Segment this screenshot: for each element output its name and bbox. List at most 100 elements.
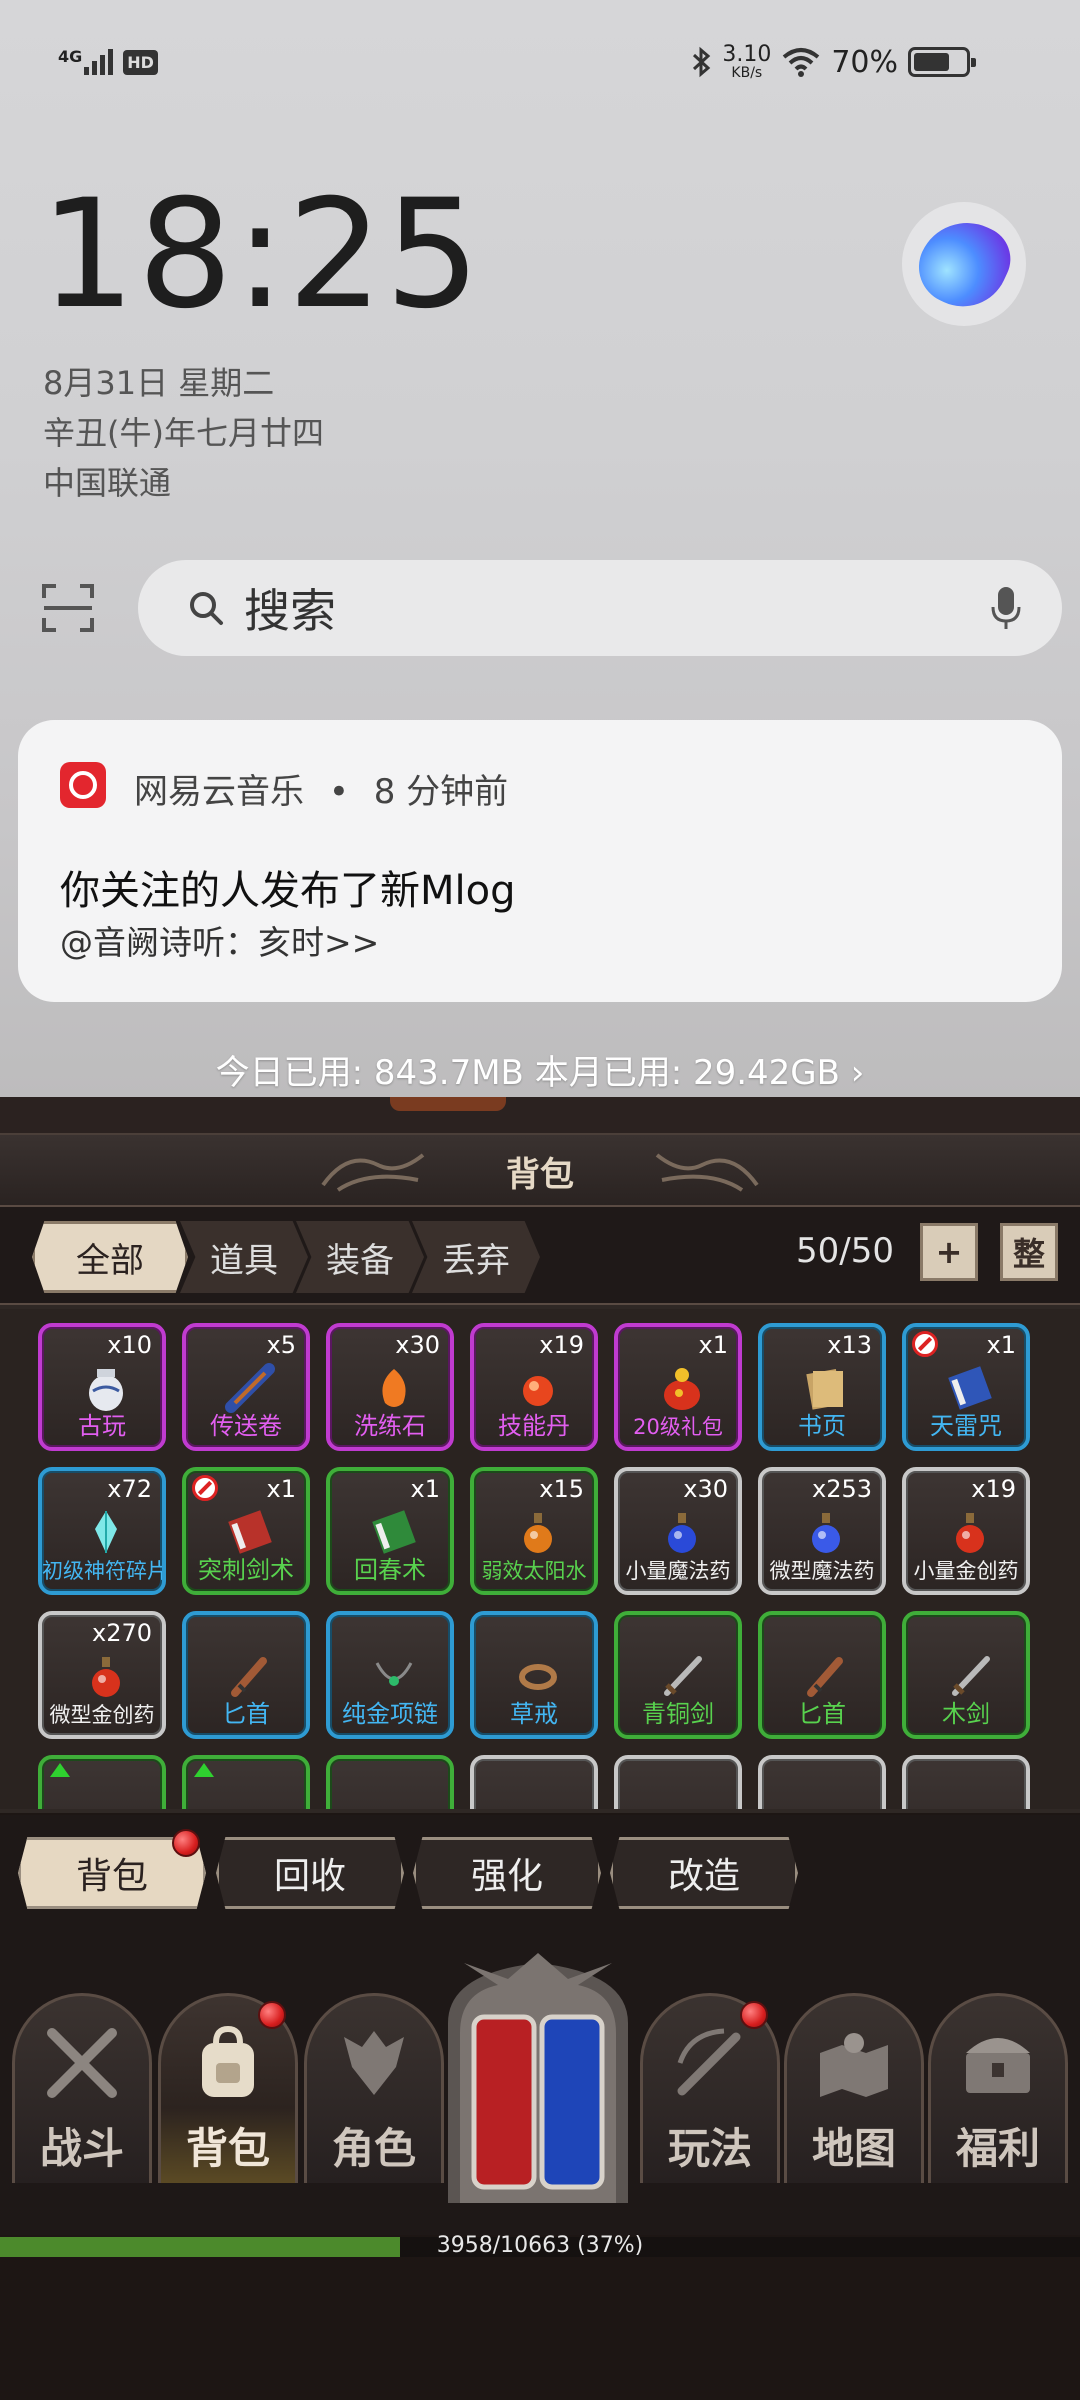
sword-slash-icon [677, 2028, 741, 2096]
expand-inventory-button[interactable]: + [920, 1223, 978, 1281]
crossed-swords-icon [47, 2028, 117, 2098]
nav-map-label: 地图 [811, 2124, 896, 2173]
potion-icon [812, 1513, 840, 1553]
nav-character[interactable]: 角色 [304, 1993, 444, 2193]
game-screen: 背包 全部 道具 装备 丢弃 50/50 + 整 x10 古玩 x5 传送卷 x30 洗练… [0, 1097, 1080, 2400]
item-count: x10 [107, 1331, 152, 1359]
notification-app-name: 网易云音乐 [134, 772, 304, 812]
inventory-slot[interactable] [326, 1755, 454, 1809]
lunar-date: 辛丑(牛)年七月廿四 [43, 414, 324, 452]
item-name: 匕首 [798, 1700, 846, 1728]
item-count: x1 [986, 1331, 1016, 1359]
experience-bar: 3958/10663 (37%) [0, 2233, 1080, 2258]
search-bar[interactable]: 搜索 [138, 560, 1062, 656]
map-icon [820, 2033, 888, 2097]
experience-text: 3958/10663 (37%) [436, 2233, 644, 2258]
nav-character-label: 角色 [331, 2124, 416, 2173]
notification-dot [172, 1829, 200, 1857]
inventory-slot[interactable]: x30 洗练石 [326, 1323, 454, 1451]
item-count: x1 [698, 1331, 728, 1359]
inventory-slot[interactable]: x30 小量魔法药 [614, 1467, 742, 1595]
inventory-slot[interactable]: x10 古玩 [38, 1323, 166, 1451]
inventory-slot[interactable] [470, 1755, 598, 1809]
inventory-slot[interactable] [758, 1755, 886, 1809]
item-count: x13 [827, 1331, 872, 1359]
scan-icon[interactable] [40, 580, 96, 636]
hd-badge: HD [123, 49, 158, 75]
notification-title: 你关注的人发布了新Mlog [60, 868, 516, 914]
item-name: 微型魔法药 [769, 1559, 875, 1583]
item-name: 古玩 [78, 1412, 126, 1440]
carrier-name: 中国联通 [43, 464, 172, 502]
item-name: 小量金创药 [913, 1559, 1019, 1583]
inventory-slot[interactable]: 木剑 [902, 1611, 1030, 1739]
item-name: 洗练石 [354, 1412, 426, 1440]
microphone-icon[interactable] [990, 585, 1022, 631]
item-name: 技能丹 [498, 1412, 570, 1440]
inventory-slot[interactable] [614, 1755, 742, 1809]
inventory-slot[interactable]: x19 小量金创药 [902, 1467, 1030, 1595]
inventory-slot[interactable] [902, 1755, 1030, 1809]
tab-discard[interactable]: 丢弃 [412, 1221, 540, 1293]
nav-battle[interactable]: 战斗 [12, 1993, 152, 2193]
subtab-recycle[interactable]: 回收 [216, 1837, 404, 1909]
item-count: x19 [539, 1331, 584, 1359]
item-count: x253 [811, 1475, 872, 1503]
inventory-slot[interactable]: x1 天雷咒 [902, 1323, 1030, 1451]
gift-bag-icon [664, 1368, 700, 1410]
item-count: x270 [91, 1619, 152, 1647]
network-type: 4G [58, 47, 83, 66]
item-count: x30 [395, 1331, 440, 1359]
potion-icon [92, 1657, 120, 1697]
sort-inventory-button[interactable]: 整 [1000, 1223, 1058, 1281]
item-name: 天雷咒 [930, 1412, 1002, 1440]
inventory-slot[interactable]: x15 弱效太阳水 [470, 1467, 598, 1595]
search-icon [190, 592, 223, 625]
inventory-slot[interactable]: x72 初级神符碎片 [38, 1467, 166, 1595]
notification-shade: 4G HD 3.10 KB/s 70% 18:25 8月31日 星期二 辛丑(牛… [0, 0, 1080, 1097]
inventory-slot[interactable]: x270 微型金创药 [38, 1611, 166, 1739]
inventory-slot[interactable]: x19 技能丹 [470, 1323, 598, 1451]
portal-gate-icon[interactable] [438, 1953, 638, 2203]
tab-equipment[interactable]: 装备 [296, 1221, 424, 1293]
item-name: 青铜剑 [642, 1700, 714, 1728]
locked-icon [192, 1475, 218, 1501]
inventory-slot[interactable]: 匕首 [758, 1611, 886, 1739]
inventory-slot[interactable] [38, 1755, 166, 1809]
inventory-slot[interactable]: x1 突刺剑术 [182, 1467, 310, 1595]
tab-all[interactable]: 全部 [32, 1221, 188, 1293]
data-usage-link[interactable]: 今日已用: 843.7MB 本月已用: 29.42GB › [0, 1045, 1080, 1094]
inventory-slot[interactable]: x1 20级礼包 [614, 1323, 742, 1451]
signal-icon: 4G [58, 47, 114, 75]
date: 8月31日 星期二 [43, 364, 275, 402]
subtab-enhance[interactable]: 强化 [413, 1837, 601, 1909]
item-count: x72 [107, 1475, 152, 1503]
inventory-slot[interactable] [182, 1755, 310, 1809]
inventory-slot[interactable]: 青铜剑 [614, 1611, 742, 1739]
inventory-slot[interactable]: 纯金项链 [326, 1611, 454, 1739]
inventory-slot[interactable]: x5 传送卷 [182, 1323, 310, 1451]
backpack-icon [202, 2025, 254, 2097]
inventory-slot[interactable]: x253 微型魔法药 [758, 1467, 886, 1595]
nav-map[interactable]: 地图 [784, 1993, 924, 2193]
assistant-orb-icon [906, 206, 1022, 322]
inventory-slot[interactable]: x13 书页 [758, 1323, 886, 1451]
nav-welfare[interactable]: 福利 [928, 1993, 1068, 2193]
notification-time: 8 分钟前 [373, 772, 509, 812]
item-count: x30 [683, 1475, 728, 1503]
inventory-slot[interactable]: 匕首 [182, 1611, 310, 1739]
notification-dot [740, 2001, 768, 2029]
item-count: x15 [539, 1475, 584, 1503]
assistant-button[interactable] [902, 202, 1026, 326]
upgrade-arrow-icon [194, 1763, 214, 1777]
inventory-slot[interactable]: 草戒 [470, 1611, 598, 1739]
item-count: x1 [266, 1475, 296, 1503]
subtab-modify[interactable]: 改造 [610, 1837, 798, 1909]
inventory-slot[interactable]: x1 回春术 [326, 1467, 454, 1595]
network-speed: 3.10 KB/s [722, 42, 772, 81]
notification-card[interactable]: 网易云音乐 • 8 分钟前 你关注的人发布了新Mlog @音阙诗听：亥时>> [18, 720, 1062, 1002]
item-name: 微型金创药 [49, 1703, 155, 1727]
bag-subtabs: 背包 回收 强化 改造 [0, 1815, 1080, 1935]
tab-props[interactable]: 道具 [180, 1221, 308, 1293]
item-name: 纯金项链 [342, 1700, 438, 1728]
